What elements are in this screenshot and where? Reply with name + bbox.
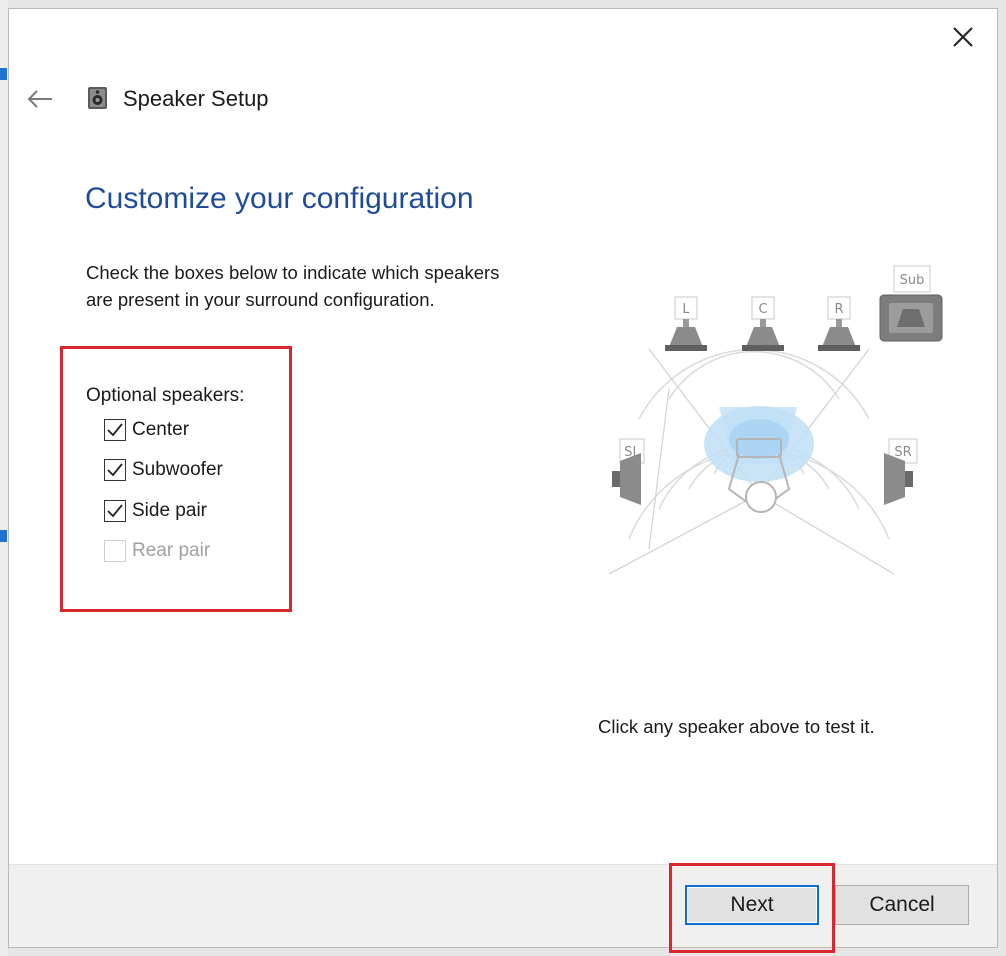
checkmark-icon [107, 504, 123, 518]
optional-speakers-label: Optional speakers: [86, 385, 245, 406]
arrow-left-icon [27, 90, 52, 108]
checkbox-box[interactable] [104, 419, 126, 441]
checkbox-label: Subwoofer [132, 459, 223, 480]
speaker-subwoofer[interactable]: Sub [879, 265, 943, 342]
speaker-right-label: R [834, 302, 843, 317]
speaker-diagram: L C R Sub SL SR [608, 265, 943, 575]
window-title: Speaker Setup [123, 86, 269, 111]
checkmark-icon [107, 463, 123, 477]
checkbox-box [104, 540, 126, 562]
checkbox-subwoofer[interactable]: Subwoofer [104, 459, 223, 481]
speaker-side-right-label: SR [894, 445, 911, 460]
cancel-button[interactable]: Cancel [835, 885, 969, 925]
speaker-left-label: L [682, 302, 690, 317]
speaker-left[interactable]: L [665, 296, 707, 351]
page-heading: Customize your configuration [85, 182, 474, 215]
checkbox-box[interactable] [104, 459, 126, 481]
speaker-side-left[interactable]: SL [612, 438, 645, 505]
background-accent-mark [0, 530, 7, 542]
instructions-line: are present in your surround configurati… [86, 289, 435, 310]
speaker-center[interactable]: C [742, 296, 784, 351]
checkbox-label: Rear pair [132, 540, 211, 561]
instructions-line: Check the boxes below to indicate which … [86, 262, 500, 283]
checkbox-label: Side pair [132, 500, 207, 521]
checkbox-side-pair[interactable]: Side pair [104, 500, 207, 522]
close-icon [953, 27, 973, 47]
checkmark-icon [107, 423, 123, 437]
checkbox-center[interactable]: Center [104, 419, 189, 441]
speaker-sub-label: Sub [900, 273, 925, 288]
back-button[interactable] [23, 85, 57, 113]
checkbox-box[interactable] [104, 500, 126, 522]
speaker-right[interactable]: R [818, 296, 860, 351]
next-button[interactable]: Next [685, 885, 819, 925]
speaker-icon [88, 87, 107, 109]
background-accent-mark [0, 68, 7, 80]
speaker-side-right[interactable]: SR [884, 438, 918, 505]
checkbox-label: Center [132, 419, 190, 440]
speaker-center-label: C [758, 302, 767, 317]
background-window-edge [0, 0, 8, 956]
checkbox-rear-pair: Rear pair [104, 540, 210, 562]
close-button[interactable] [949, 23, 977, 51]
test-speaker-hint: Click any speaker above to test it. [598, 716, 875, 737]
speaker-setup-dialog: Speaker Setup Customize your configurati… [8, 8, 998, 953]
instructions-text: Check the boxes below to indicate which … [86, 259, 566, 313]
